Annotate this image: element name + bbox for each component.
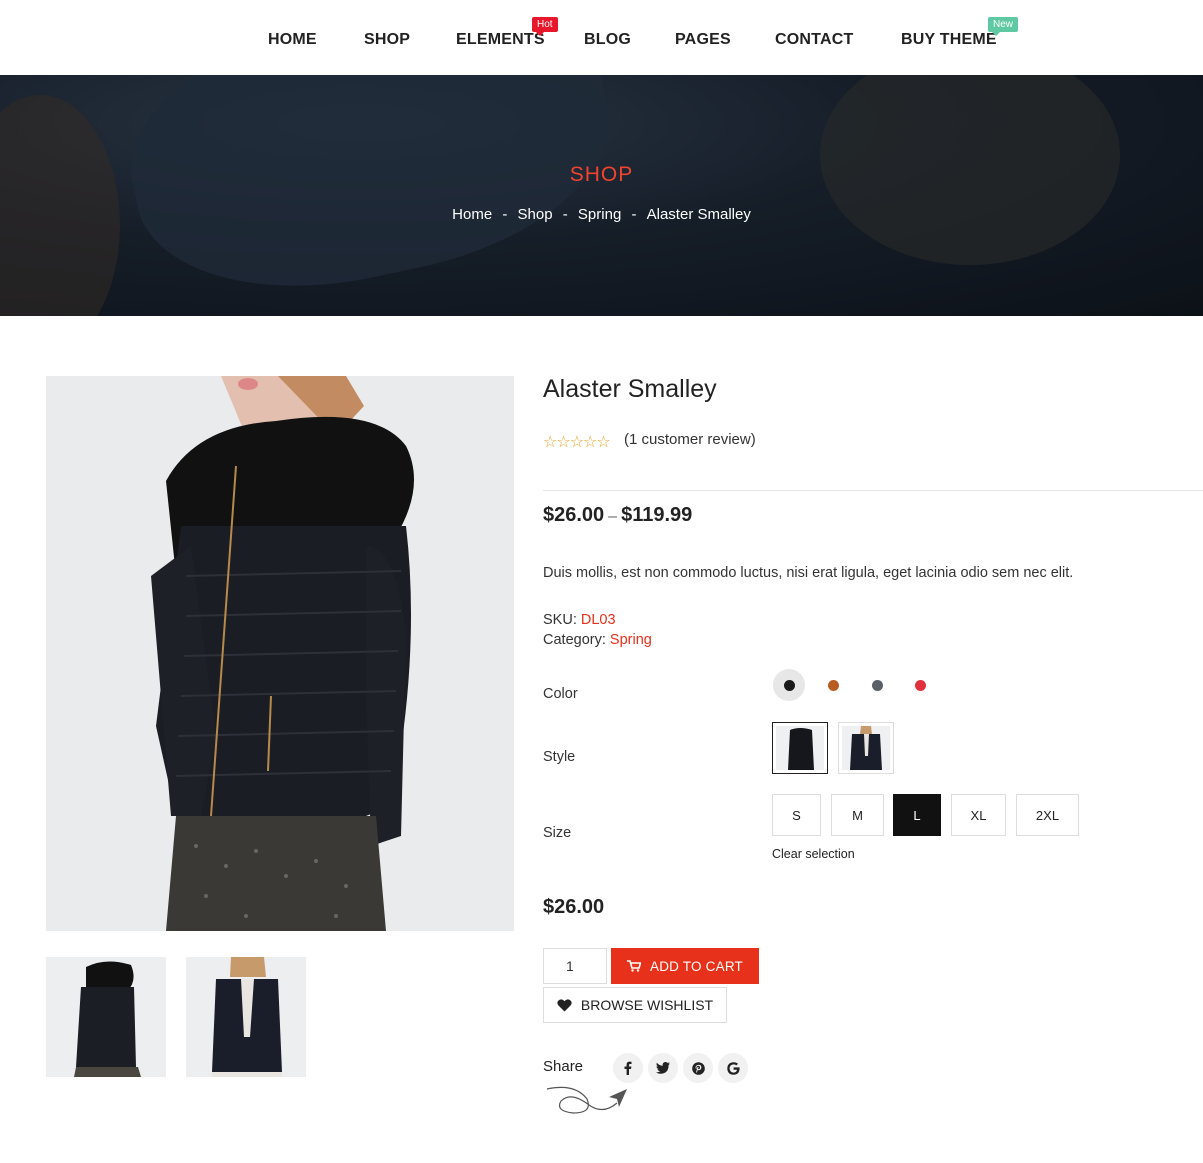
heart-icon (557, 998, 572, 1011)
breadcrumb-home[interactable]: Home (452, 206, 492, 223)
color-swatch-gray[interactable] (861, 669, 893, 701)
price-min: $26.00 (543, 504, 605, 526)
add-to-cart-button[interactable]: ADD TO CART (611, 948, 759, 984)
sku-value: DL03 (580, 612, 616, 628)
hot-badge: Hot (532, 17, 558, 36)
color-swatch-red[interactable] (904, 669, 936, 701)
swatch-dot (872, 680, 883, 691)
nav-contact[interactable]: CONTACT (775, 31, 853, 49)
twitter-glyph (656, 1062, 670, 1074)
style-option-2[interactable] (838, 722, 894, 774)
breadcrumb-current: Alaster Smalley (646, 206, 751, 223)
nav-shop[interactable]: SHOP (364, 31, 410, 49)
breadcrumb-shop[interactable]: Shop (518, 206, 553, 223)
size-option-xl[interactable]: XL (951, 794, 1006, 836)
add-to-cart-label: ADD TO CART (650, 958, 743, 974)
product-thumbnail[interactable] (186, 957, 306, 1077)
thumbnail-image (46, 957, 166, 1077)
new-badge: New (988, 17, 1019, 36)
google-glyph (726, 1061, 740, 1075)
product-thumbnail[interactable] (46, 957, 166, 1077)
category-label: Category: (543, 632, 606, 648)
color-swatch-black[interactable] (773, 669, 805, 701)
product-description: Duis mollis, est non commodo luctus, nis… (543, 565, 1074, 581)
share-label: Share (543, 1058, 584, 1075)
category-link[interactable]: Spring (610, 632, 652, 648)
clear-selection-link[interactable]: Clear selection (772, 847, 855, 861)
breadcrumb-separator: - (562, 206, 568, 223)
product-title: Alaster Smalley (543, 375, 717, 403)
sku-row: SKU: DL03 (543, 612, 616, 628)
breadcrumb-separator: - (631, 206, 637, 223)
jacket-photo (46, 376, 514, 931)
style-label: Style (543, 749, 576, 765)
category-row: Category: Spring (543, 632, 652, 648)
style-image (842, 726, 890, 770)
swatch-dot (784, 680, 795, 691)
size-option-m[interactable]: M (831, 794, 884, 836)
color-label: Color (543, 686, 578, 702)
style-option-1[interactable] (772, 722, 828, 774)
nav-home[interactable]: HOME (268, 31, 317, 49)
nav-pages[interactable]: PAGES (675, 31, 731, 49)
cart-icon (627, 960, 641, 972)
pinterest-glyph (691, 1061, 705, 1075)
size-option-2xl[interactable]: 2XL (1016, 794, 1079, 836)
style-thumbnail (776, 726, 824, 770)
style-image (776, 726, 824, 770)
quantity-input[interactable]: 1 (543, 948, 607, 984)
variation-price: $26.00 (543, 896, 605, 918)
breadcrumb: Home - Shop - Spring - Alaster Smalley (0, 206, 1203, 223)
nav-elements[interactable]: ELEMENTS (456, 31, 545, 49)
style-thumbnail (842, 726, 890, 770)
price-max: $119.99 (621, 504, 693, 526)
star-rating: ☆☆☆☆☆ (543, 434, 611, 451)
facebook-glyph (624, 1061, 632, 1075)
page-banner: SHOP Home - Shop - Spring - Alaster Smal… (0, 75, 1203, 316)
nav-blog[interactable]: BLOG (584, 31, 631, 49)
customer-review-link[interactable]: (1 customer review) (624, 431, 756, 448)
breadcrumb-spring[interactable]: Spring (578, 206, 621, 223)
nav-buy-theme[interactable]: BUY THEME (901, 31, 997, 49)
arrow-doodle-icon (546, 1086, 627, 1114)
size-option-l[interactable]: L (893, 794, 941, 836)
size-label: Size (543, 825, 572, 841)
swatch-dot (915, 680, 926, 691)
size-option-s[interactable]: S (772, 794, 821, 836)
divider (543, 490, 1203, 491)
sku-label: SKU: (543, 612, 577, 628)
price-range: $26.00– $119.99 (543, 504, 692, 527)
facebook-icon[interactable] (613, 1053, 643, 1083)
thumbnail-image (186, 957, 306, 1077)
pinterest-icon[interactable] (683, 1053, 713, 1083)
google-icon[interactable] (718, 1053, 748, 1083)
browse-wishlist-label: BROWSE WISHLIST (580, 997, 714, 1013)
swatch-dot (828, 680, 839, 691)
color-swatch-brown[interactable] (817, 669, 849, 701)
price-separator: – (608, 508, 618, 525)
banner-overlay (0, 75, 1203, 316)
twitter-icon[interactable] (648, 1053, 678, 1083)
breadcrumb-separator: - (502, 206, 508, 223)
browse-wishlist-button[interactable]: BROWSE WISHLIST (543, 987, 727, 1023)
main-navigation: HOME SHOP ELEMENTS Hot BLOG PAGES CONTAC… (0, 0, 1203, 75)
page-title: SHOP (569, 163, 634, 186)
product-main-image[interactable] (46, 376, 514, 931)
